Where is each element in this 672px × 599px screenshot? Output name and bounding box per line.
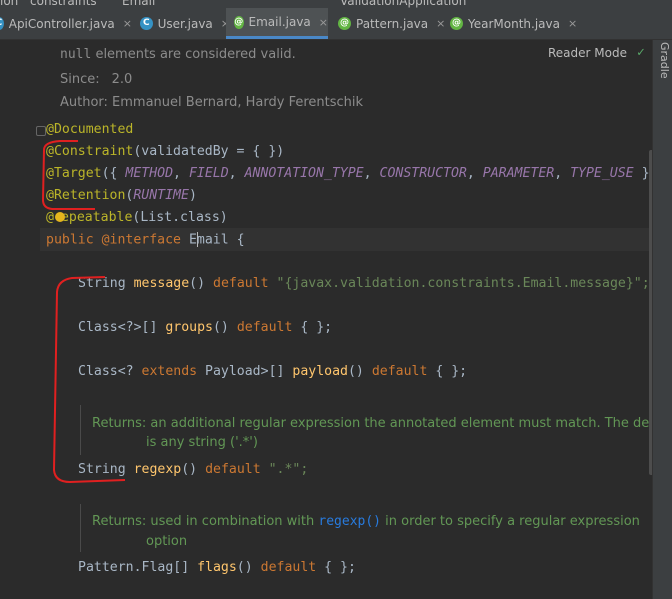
red-markup-overlay xyxy=(41,140,126,484)
red-bracket-annotations xyxy=(41,140,95,210)
red-bracket-members xyxy=(52,276,126,484)
